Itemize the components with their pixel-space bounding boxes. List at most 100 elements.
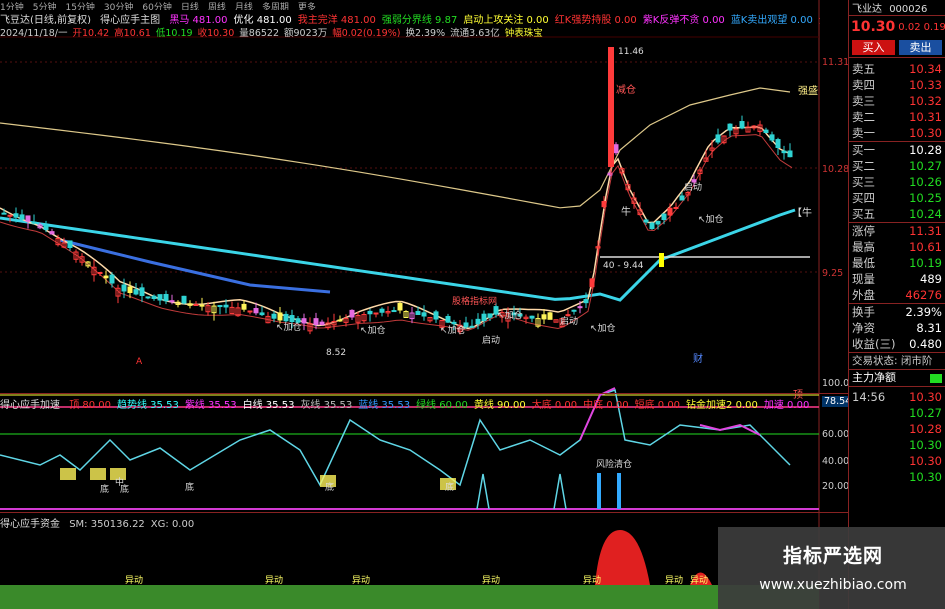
legend-item-3: 强弱分界线 9.87: [381, 15, 458, 24]
candle-body: [571, 309, 577, 312]
trade-buttons: 买入 卖出: [849, 38, 945, 58]
candle-body: [19, 214, 25, 220]
legend-item-1: 优化 481.00: [233, 15, 292, 24]
indicator1-name[interactable]: 得心应手加速: [0, 400, 60, 409]
add-label-0: ↖加仓: [276, 321, 302, 333]
candle-body: [613, 144, 619, 154]
tick-row-0-label: 14:56: [852, 390, 886, 404]
candle-body: [739, 121, 745, 129]
range-label: 40 - 9.44: [603, 261, 644, 271]
main-flow-row[interactable]: 主力净额: [849, 370, 945, 386]
cut-marker: A: [136, 357, 143, 367]
reduce-label: 减仓: [616, 83, 636, 96]
candle-body: [655, 220, 661, 225]
candle-body: [43, 224, 49, 230]
candle-body: [301, 318, 307, 324]
flow-label-6: 异动: [690, 575, 708, 586]
indicator2-name[interactable]: 得心应手资金: [0, 519, 60, 530]
last-price: 10.30: [851, 19, 896, 35]
candle-body: [679, 195, 685, 201]
ask-row-3: 卖二 10.31: [849, 109, 945, 125]
candle-body: [673, 207, 679, 209]
candle-body: [295, 318, 301, 323]
period-tabs[interactable]: 1分钟 5分钟 15分钟 30分钟 60分钟 日线 周线 月线 多周期 更多: [0, 0, 848, 10]
candle-body: [277, 312, 283, 321]
period-tab-4[interactable]: 60分钟: [142, 3, 171, 10]
candle-body: [247, 310, 253, 313]
ind1-item-5: 蓝线 35.53: [358, 400, 411, 409]
sell-button[interactable]: 卖出: [899, 40, 942, 55]
panel-divider[interactable]: [0, 393, 848, 394]
bottom-label-0: 底: [100, 483, 109, 495]
ohlc-item-8: 换2.39%: [405, 28, 446, 37]
bid-row-4-value: 10.24: [909, 207, 942, 221]
period-tab-0[interactable]: 1分钟: [0, 3, 24, 10]
tick-row-1: 10.27: [849, 405, 945, 421]
period-tab-2[interactable]: 15分钟: [65, 3, 94, 10]
stat2-row-2-value: 0.480: [909, 337, 942, 351]
bid-row-3: 买四 10.25: [849, 190, 945, 206]
ohlc-item-6: 额9023万: [284, 28, 328, 37]
stat2-row-0: 换手 2.39%: [849, 304, 945, 320]
candle-body: [217, 305, 223, 308]
start-label-1: 启动: [560, 315, 578, 327]
candle-body: [415, 310, 421, 316]
tick-row-3: 10.30: [849, 437, 945, 453]
start-label-2: 启动: [684, 181, 702, 193]
period-tab-3[interactable]: 30分钟: [104, 3, 133, 10]
buy-button[interactable]: 买入: [852, 40, 895, 55]
candle-body: [193, 304, 199, 306]
candle-body: [397, 302, 403, 311]
stat2-row-1: 净资 8.31: [849, 320, 945, 336]
add-label-5: ↖加仓: [698, 213, 724, 225]
period-tab-5[interactable]: 日线: [181, 3, 199, 10]
period-tab-6[interactable]: 周线: [208, 3, 226, 10]
ohlc-item-2: 高10.61: [114, 28, 151, 37]
bottom-label-4: 底: [445, 481, 454, 493]
bid-row-3-value: 10.25: [909, 191, 942, 205]
candle-body: [487, 313, 493, 318]
candle-body: [181, 295, 187, 304]
flow-label-4: 异动: [583, 575, 601, 586]
period-tab-9[interactable]: 更多: [298, 3, 316, 10]
low-price-label: 8.52: [326, 348, 346, 358]
candle-body: [763, 129, 769, 134]
candle-body: [583, 299, 589, 304]
candle-body: [199, 304, 205, 307]
watermark: 指标严选网 www.xuezhibiao.com: [718, 527, 945, 609]
ind2-item-0: SM: 350136.22: [69, 519, 145, 530]
legend-item-2: 我主完洋 481.00: [297, 15, 376, 24]
bottom-mark-0: [60, 468, 76, 480]
stat-row-3-label: 现量: [852, 272, 875, 286]
candle-body: [601, 200, 607, 208]
candle-body: [547, 312, 553, 320]
legend-item-0: 黑马 481.00: [169, 15, 228, 24]
period-tab-7[interactable]: 月线: [235, 3, 253, 10]
stat-row-4-label: 外盘: [852, 288, 875, 302]
candle-body: [67, 240, 73, 249]
ind1-tick-60: 60.00: [822, 429, 850, 440]
stat2-row-0-value: 2.39%: [905, 305, 942, 319]
ask-row-4-value: 10.30: [909, 126, 942, 140]
candle-body: [661, 213, 667, 220]
candle-body: [367, 310, 373, 315]
high-price-label: 11.46: [618, 47, 644, 57]
bottom-label-3: 底: [325, 481, 334, 493]
period-tab-8[interactable]: 多周期: [262, 3, 289, 10]
support-marker: [659, 253, 664, 267]
stat-row-0-value: 11.31: [909, 224, 942, 238]
period-tab-1[interactable]: 5分钟: [33, 3, 57, 10]
stock-code: 000026: [889, 4, 928, 15]
indicator-name[interactable]: 得心应手主图: [100, 15, 160, 24]
main-indicator-legend: 飞豆达(日线,前复权) 得心应手主图 黑马 481.00 优化 481.00 我主完…: [0, 11, 820, 24]
candle-body: [451, 321, 457, 325]
tick-row-0-value: 10.30: [909, 390, 942, 404]
bid-row-1-value: 10.27: [909, 159, 942, 173]
stat-row-2: 最低 10.19: [849, 255, 945, 271]
ask-row-2-label: 卖三: [852, 94, 875, 108]
bull-line-label: 【牛: [792, 206, 812, 219]
legend-item-6: 紫K反弹不贪 0.00: [642, 15, 725, 24]
panel-divider-2[interactable]: [0, 512, 848, 513]
candle-body: [127, 286, 133, 294]
candle-body: [121, 284, 127, 292]
